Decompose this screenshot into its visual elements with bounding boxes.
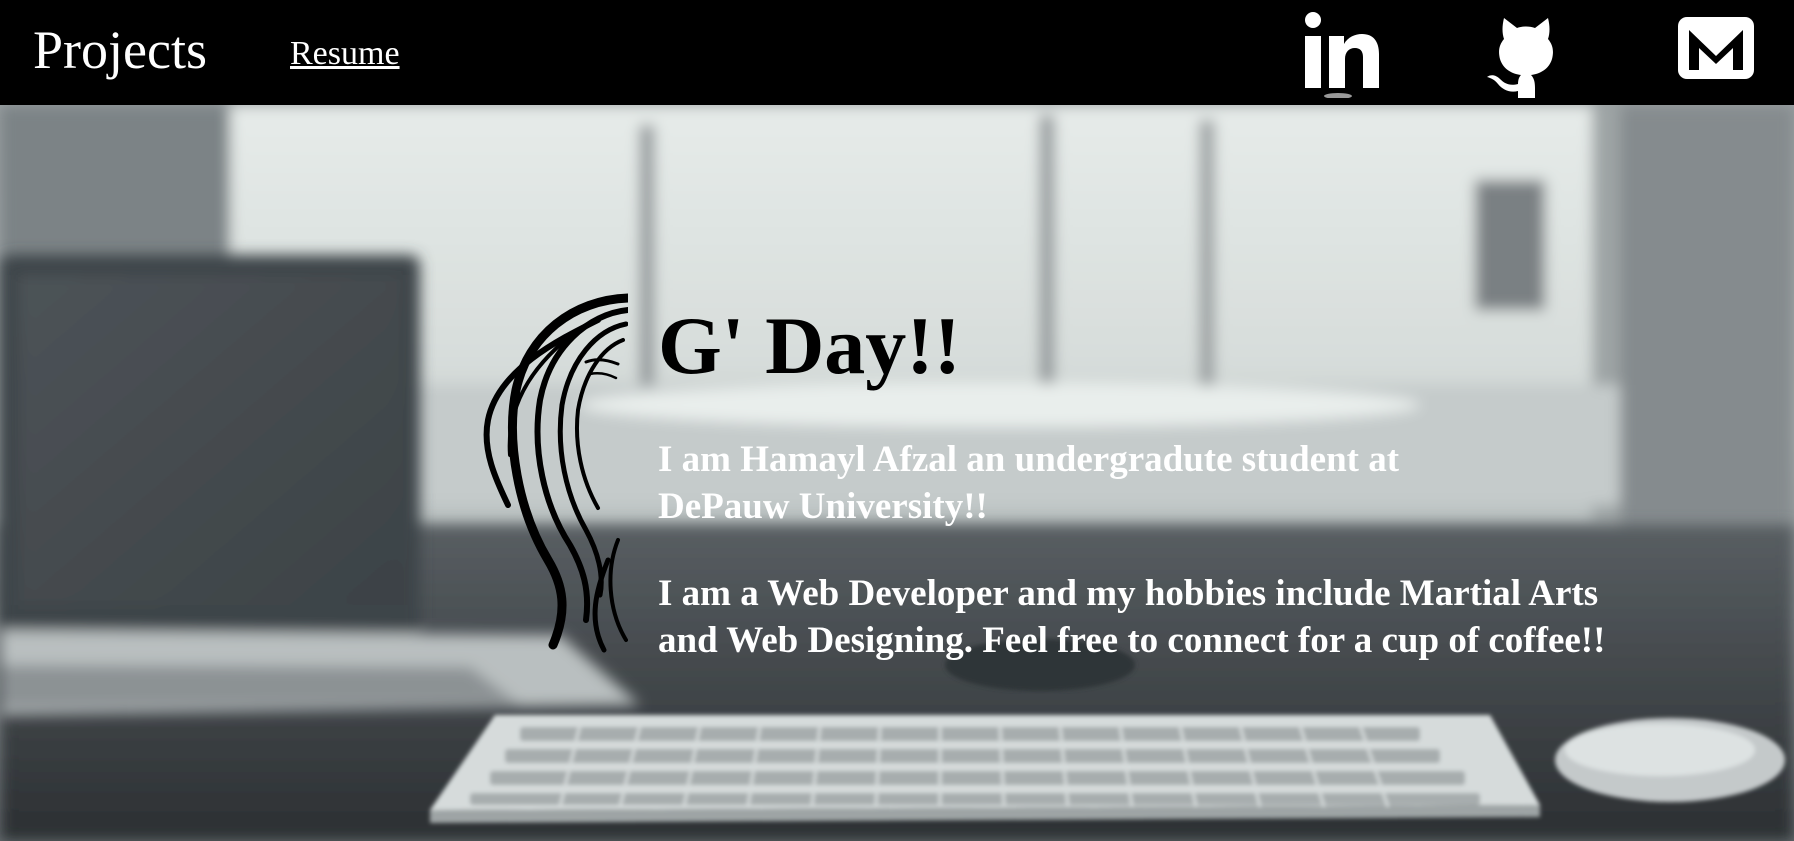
page: Projects Resume G' Day!! I am Hamayl Afz… [0,0,1794,841]
portrait-illustration [478,290,633,660]
intro-paragraph-1: I am Hamayl Afzal an undergradute studen… [658,439,1400,527]
greeting-heading: G' Day!! [658,300,961,391]
mail-icon[interactable] [1672,8,1756,98]
linkedin-icon[interactable] [1298,8,1382,98]
nav-resume-link[interactable]: Resume [290,34,400,74]
github-icon[interactable] [1484,8,1568,98]
top-nav-bar: Projects Resume [0,0,1794,105]
intro-paragraph-2: I am a Web Developer and my hobbies incl… [658,573,1606,661]
nav-projects-link[interactable]: Projects [33,18,207,82]
